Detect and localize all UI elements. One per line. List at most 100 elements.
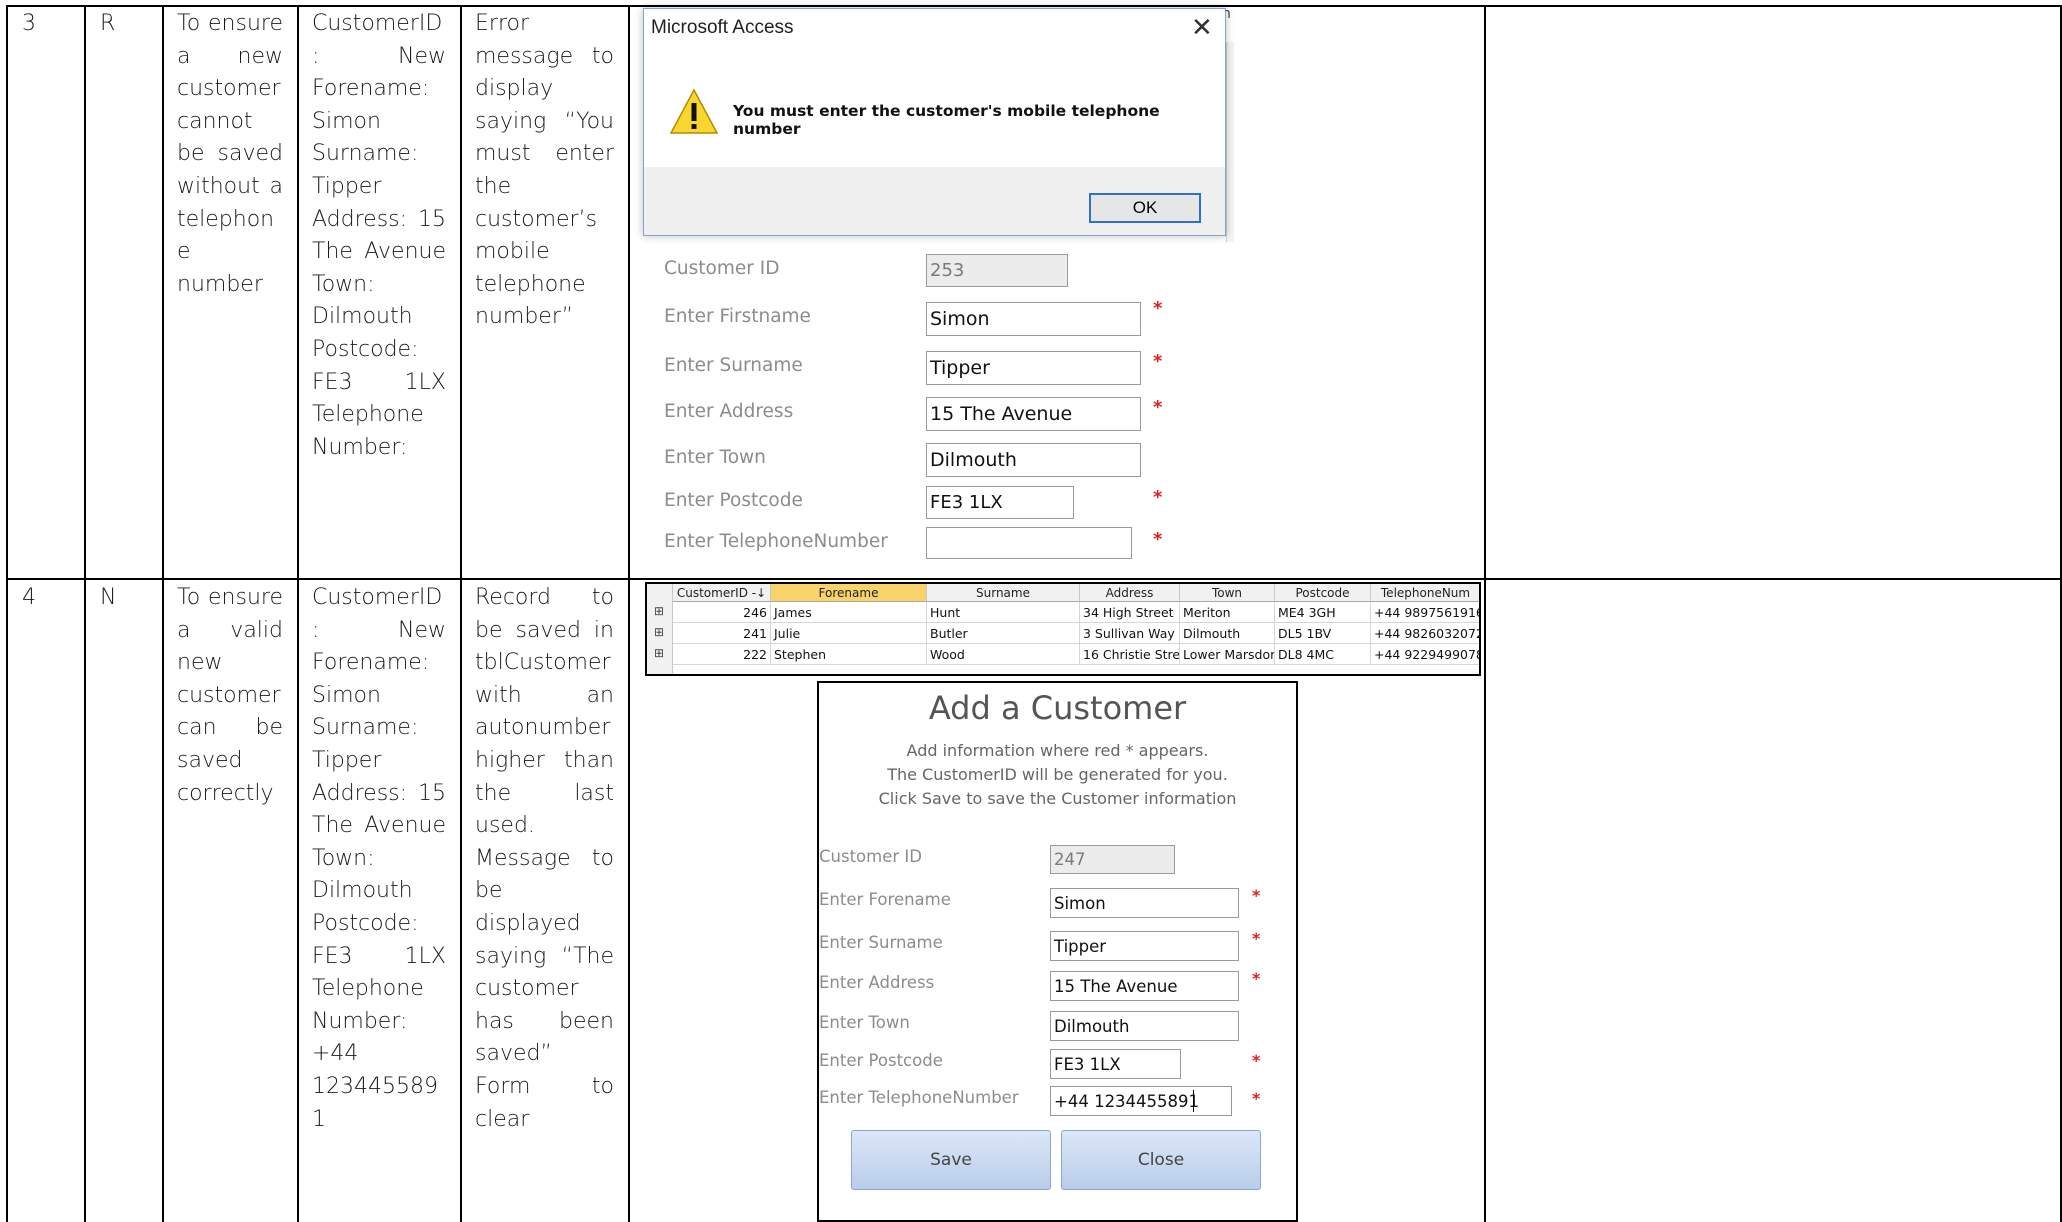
surname-required-mark: * — [1153, 351, 1163, 372]
table-cell[interactable]: James — [771, 602, 927, 623]
warning-icon — [669, 88, 719, 134]
forename-required-mark: * — [1252, 886, 1261, 905]
table-cell[interactable]: 241 — [673, 623, 771, 644]
dialog-message: You must enter the customer's mobile tel… — [733, 102, 1160, 138]
table-col-divider — [1484, 5, 1486, 1222]
customer-id-label: Customer ID — [664, 258, 780, 279]
surname-required-mark: * — [1252, 929, 1261, 948]
table-cell[interactable]: Butler — [927, 623, 1080, 644]
table-row-divider — [6, 578, 2062, 580]
table-cell[interactable]: Wood — [927, 644, 1080, 665]
customer-id-field: 247 — [1050, 845, 1175, 874]
ok-button[interactable]: OK — [1089, 193, 1201, 223]
table-col-divider — [297, 5, 299, 1222]
table-col-divider — [460, 5, 462, 1222]
surname-label: Enter Surname — [819, 933, 943, 952]
table-col-divider — [6, 5, 8, 1222]
postcode-required-mark: * — [1252, 1051, 1261, 1070]
row3-test-number: 3 — [22, 11, 36, 36]
telephone-input[interactable]: +44 1234455891 — [1050, 1086, 1232, 1116]
expand-row-icon[interactable]: ⊞ — [654, 646, 664, 660]
table-cell[interactable]: Stephen — [771, 644, 927, 665]
row3-expected-result: Error message to display saying “You mus… — [475, 11, 614, 330]
add-customer-form: Add a Customer Add information where red… — [817, 681, 1298, 1222]
dialog-title: Microsoft Access — [651, 17, 794, 38]
town-label: Enter Town — [664, 447, 766, 468]
table-cell[interactable]: 3 Sullivan Way — [1080, 623, 1180, 644]
text-cursor — [1193, 1090, 1194, 1112]
table-cell[interactable]: Meriton — [1180, 602, 1275, 623]
table-cell[interactable]: 222 — [673, 644, 771, 665]
row3-test-data: CustomerID : New Forename: Simon Surname… — [312, 11, 446, 460]
form-title: Add a Customer — [928, 689, 1187, 727]
address-input[interactable]: 15 The Avenue — [1050, 971, 1239, 1001]
table-cell[interactable]: +44 9826032072 — [1371, 623, 1479, 644]
town-input[interactable]: Dilmouth — [1050, 1011, 1239, 1041]
col-header-address[interactable]: Address — [1080, 584, 1180, 602]
table-cell[interactable]: DL8 4MC — [1275, 644, 1371, 665]
table-border-top — [6, 5, 2062, 7]
telephone-label: Enter TelephoneNumber — [819, 1088, 1019, 1107]
access-error-dialog: Microsoft Access ✕ You must enter the cu… — [643, 8, 1226, 236]
table-cell[interactable]: 16 Christie Stre — [1080, 644, 1180, 665]
table-cell[interactable]: 34 High Street — [1080, 602, 1180, 623]
telephone-required-mark: * — [1252, 1089, 1261, 1108]
address-input[interactable]: 15 The Avenue — [926, 397, 1141, 431]
table-cell[interactable]: Dilmouth — [1180, 623, 1275, 644]
row4-test-type: N — [100, 585, 117, 610]
firstname-required-mark: * — [1153, 298, 1163, 319]
surname-label: Enter Surname — [664, 355, 803, 376]
postcode-label: Enter Postcode — [664, 490, 803, 511]
save-button[interactable]: Save — [851, 1130, 1051, 1190]
close-button[interactable]: Close — [1061, 1130, 1261, 1190]
customer-id-field: 253 — [926, 254, 1068, 287]
dialog-close-icon[interactable]: ✕ — [1191, 15, 1213, 41]
expand-row-icon[interactable]: ⊞ — [654, 625, 664, 639]
table-cell[interactable]: +44 9897561916 — [1371, 602, 1479, 623]
table-cell[interactable]: Lower Marsdor — [1180, 644, 1275, 665]
address-required-mark: * — [1153, 397, 1163, 418]
town-input[interactable]: Dilmouth — [926, 443, 1141, 477]
telephone-input[interactable] — [926, 527, 1132, 559]
dialog-footer: OK — [644, 167, 1225, 235]
form-instruction-3: Click Save to save the Customer informat… — [878, 789, 1237, 808]
behind-window-edge — [1226, 42, 1234, 242]
postcode-required-mark: * — [1153, 487, 1163, 508]
firstname-input[interactable]: Simon — [926, 302, 1141, 336]
col-header-telephone[interactable]: TelephoneNum — [1371, 584, 1479, 602]
row4-expected-result: Record to be saved in tblCustomer with a… — [475, 585, 614, 1132]
telephone-label: Enter TelephoneNumber — [664, 531, 888, 552]
row4-description: To ensure a valid new customer can be sa… — [177, 585, 283, 806]
row3-test-type: R — [100, 11, 116, 36]
town-label: Enter Town — [819, 1013, 910, 1032]
firstname-label: Enter Firstname — [664, 306, 811, 327]
table-col-divider — [162, 5, 164, 1222]
col-header-forename[interactable]: Forename — [771, 584, 927, 602]
row3-description: To ensure a new customer cannot be saved… — [177, 11, 283, 297]
col-header-surname[interactable]: Surname — [927, 584, 1080, 602]
expand-row-icon[interactable]: ⊞ — [654, 604, 664, 618]
table-col-divider — [628, 5, 630, 1222]
col-header-postcode[interactable]: Postcode — [1275, 584, 1371, 602]
forename-input[interactable]: Simon — [1050, 888, 1239, 918]
table-cell[interactable]: DL5 1BV — [1275, 623, 1371, 644]
address-label: Enter Address — [819, 973, 935, 992]
postcode-input[interactable]: FE3 1LX — [1050, 1049, 1181, 1079]
address-label: Enter Address — [664, 401, 794, 422]
postcode-label: Enter Postcode — [819, 1051, 943, 1070]
table-cell[interactable]: +44 9229499078 — [1371, 644, 1479, 665]
form-instruction-2: The CustomerID will be generated for you… — [887, 765, 1228, 784]
address-required-mark: * — [1252, 969, 1261, 988]
postcode-input[interactable]: FE3 1LX — [926, 486, 1074, 519]
col-header-town[interactable]: Town — [1180, 584, 1275, 602]
table-col-divider — [84, 5, 86, 1222]
surname-input[interactable]: Tipper — [926, 351, 1141, 385]
col-header-customerid[interactable]: CustomerID -↓ — [673, 584, 771, 602]
table-cell[interactable]: Hunt — [927, 602, 1080, 623]
table-cell[interactable]: ME4 3GH — [1275, 602, 1371, 623]
table-cell[interactable]: Julie — [771, 623, 927, 644]
customer-datasheet: CustomerID -↓ Forename Surname Address T… — [645, 582, 1481, 676]
table-cell[interactable]: 246 — [673, 602, 771, 623]
row4-test-data: CustomerID : New Forename: Simon Surname… — [312, 585, 446, 1132]
surname-input[interactable]: Tipper — [1050, 931, 1239, 961]
